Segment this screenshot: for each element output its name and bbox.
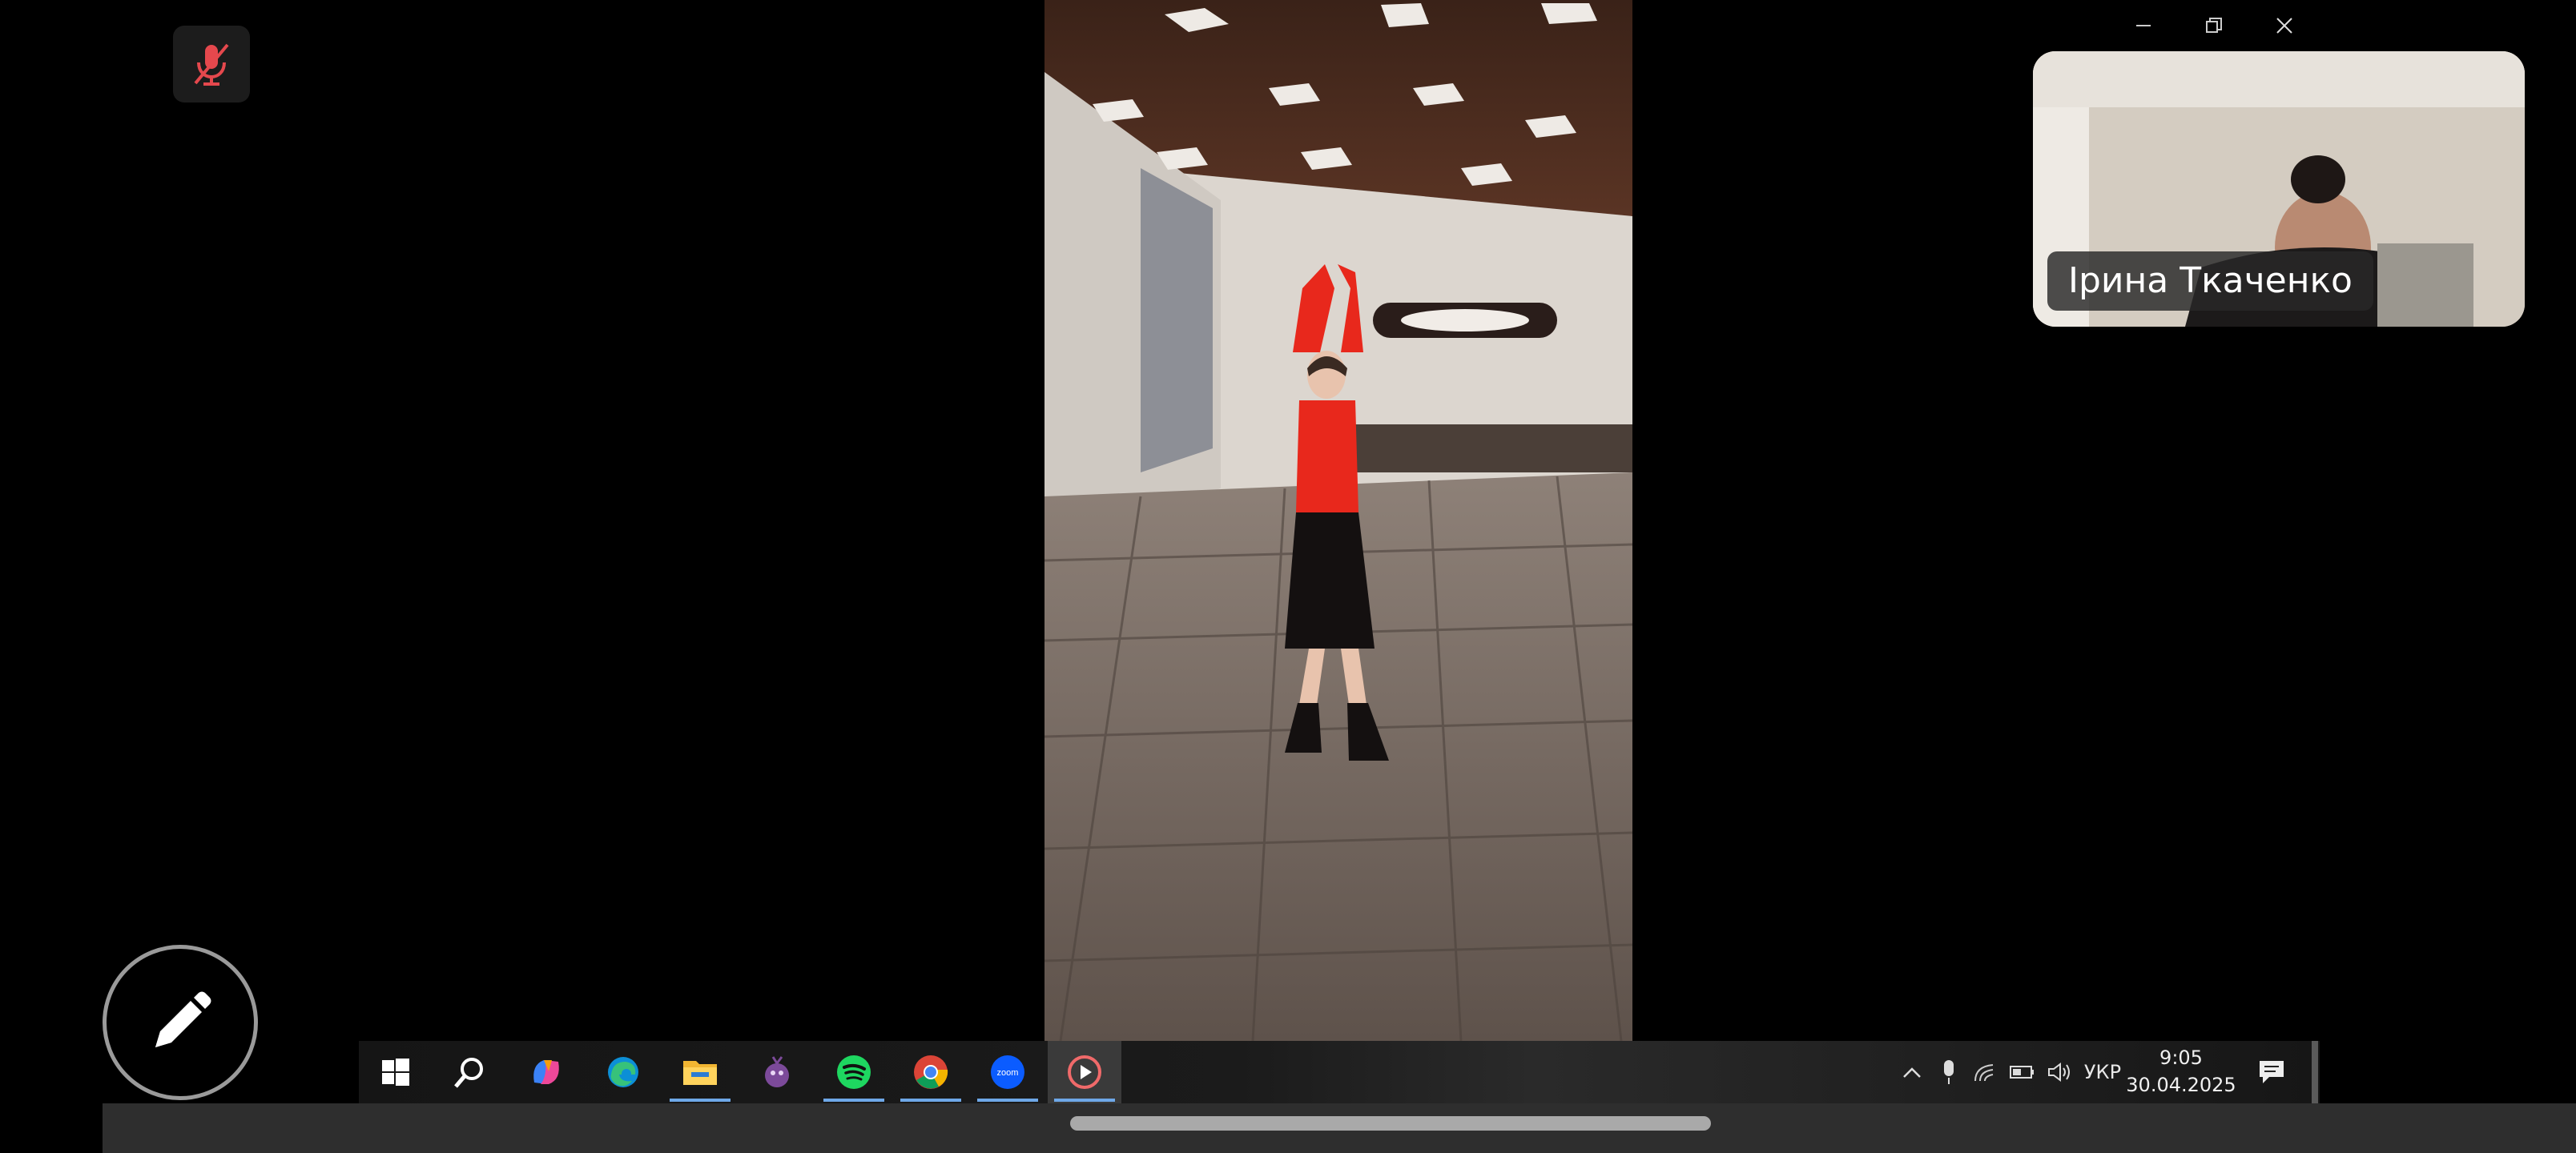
pencil-icon — [155, 991, 211, 1047]
show-hidden-icons-button[interactable] — [1894, 1041, 1930, 1103]
zoom-icon[interactable]: zoom — [971, 1041, 1044, 1103]
notifications-button[interactable] — [2249, 1041, 2294, 1103]
edge-icon[interactable] — [586, 1041, 660, 1103]
scroll-handle[interactable] — [1070, 1116, 1711, 1131]
notification-icon — [2260, 1061, 2284, 1083]
battery-icon[interactable] — [2004, 1041, 2041, 1103]
shared-video[interactable] — [1044, 0, 1632, 1041]
annotate-button[interactable] — [103, 945, 258, 1100]
input-language-indicator[interactable]: УКР — [2081, 1041, 2124, 1103]
file-explorer-icon[interactable] — [663, 1041, 737, 1103]
close-icon — [2276, 18, 2292, 34]
microphone-tray-icon[interactable] — [1930, 1041, 1967, 1103]
chrome-icon[interactable] — [894, 1041, 968, 1103]
copilot-icon[interactable] — [509, 1041, 583, 1103]
restore-icon — [2206, 18, 2222, 33]
screen: Ірина Ткаченко zoom УКР 9:05 30.04.2025 — [0, 0, 2576, 1153]
window-controls — [2108, 8, 2320, 43]
media-player-icon[interactable] — [1048, 1041, 1121, 1103]
participant-name-label: Ірина Ткаченко — [2047, 251, 2373, 311]
taskbar-clock[interactable]: 9:05 30.04.2025 — [2121, 1044, 2241, 1099]
mic-muted-button[interactable] — [173, 26, 250, 102]
search-icon[interactable] — [433, 1041, 506, 1103]
media-app-icon[interactable] — [740, 1041, 814, 1103]
network-icon[interactable] — [1967, 1041, 2004, 1103]
restore-button[interactable] — [2179, 8, 2249, 43]
minimize-icon — [2136, 25, 2151, 26]
video-frame — [1044, 0, 1632, 1041]
participant-video-tile[interactable]: Ірина Ткаченко — [2033, 51, 2525, 327]
minimize-button[interactable] — [2108, 8, 2179, 43]
taskbar: zoom УКР 9:05 30.04.2025 — [359, 1041, 2320, 1103]
close-button[interactable] — [2249, 8, 2320, 43]
clock-date: 30.04.2025 — [2126, 1074, 2236, 1096]
bottom-navigation-bar — [103, 1103, 2576, 1153]
clock-time: 9:05 — [2159, 1047, 2203, 1069]
chevron-up-icon — [1903, 1067, 1921, 1078]
volume-icon[interactable] — [2041, 1041, 2078, 1103]
zoom-icon-label: zoom — [997, 1068, 1019, 1078]
windows-start-icon[interactable] — [359, 1041, 433, 1103]
show-desktop-button[interactable] — [2312, 1041, 2318, 1103]
spotify-icon[interactable] — [817, 1041, 891, 1103]
mic-off-icon — [194, 43, 229, 86]
